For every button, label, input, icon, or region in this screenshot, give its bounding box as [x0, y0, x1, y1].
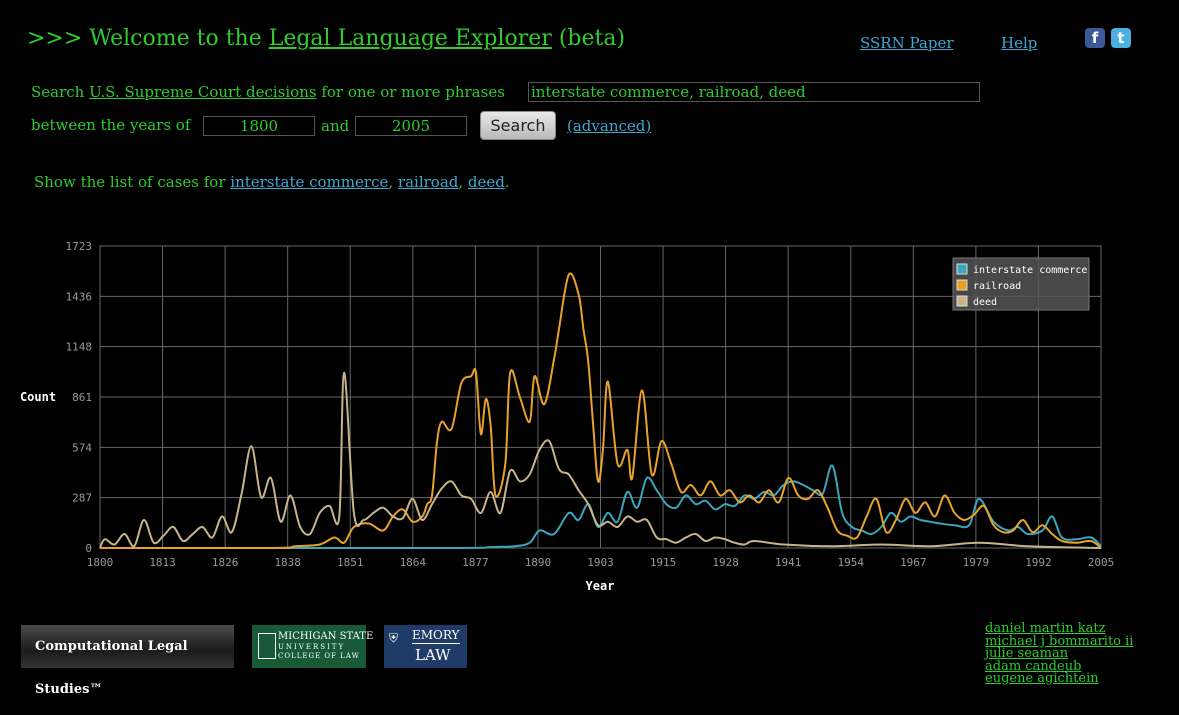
legend-label: deed [973, 297, 997, 308]
case-link-interstate-commerce[interactable]: interstate commerce [230, 173, 388, 191]
title-prefix: >>> Welcome to the [27, 26, 269, 51]
chart-legend: interstate commerce railroad deed [952, 257, 1090, 311]
author-link[interactable]: eugene agichtein [985, 672, 1133, 686]
help-link[interactable]: Help [1001, 34, 1037, 52]
emory-logo-line1: EMORY [412, 628, 460, 642]
x-tick-label: 1890 [525, 556, 552, 569]
case-link-sep: , [388, 173, 398, 191]
case-link-sep: , [458, 173, 468, 191]
source-link[interactable]: U.S. Supreme Court decisions [89, 83, 316, 101]
authors-list: daniel martin katz michael j bommarito i… [985, 622, 1133, 686]
case-list-end: . [504, 173, 510, 191]
title-link[interactable]: Legal Language Explorer [269, 26, 552, 51]
ssrn-paper-link[interactable]: SSRN Paper [860, 34, 954, 52]
emory-logo-line2: LAW [415, 646, 451, 664]
x-axis-label: Year [586, 579, 615, 593]
x-tick-label: 1915 [650, 556, 677, 569]
legend-swatch [956, 295, 968, 307]
case-link-railroad[interactable]: railroad [398, 173, 458, 191]
x-tick-label: 1800 [87, 556, 114, 569]
legend-label: interstate commerce [973, 265, 1087, 276]
search-button[interactable]: Search [480, 111, 556, 140]
msu-shield-icon [258, 633, 276, 659]
x-tick-label: 1967 [900, 556, 927, 569]
x-tick-label: 1864 [400, 556, 427, 569]
years-label: between the years of [31, 116, 191, 134]
msu-logo-line1: MICHIGAN STATE [278, 631, 374, 642]
x-tick-label: 1903 [587, 556, 614, 569]
msu-logo-line2: UNIVERSITY [278, 643, 346, 651]
facebook-icon[interactable]: f [1085, 28, 1105, 48]
page-title: >>> Welcome to the Legal Language Explor… [27, 26, 625, 51]
frequency-chart: 1800 1813 1826 1838 1851 1864 1877 1890 1903 1915… [20, 240, 1115, 593]
and-label: and [321, 117, 350, 135]
michigan-state-law-logo[interactable]: MICHIGAN STATE UNIVERSITY COLLEGE OF LAW [252, 625, 373, 668]
y-tick-label: 0 [85, 542, 92, 555]
emory-law-logo[interactable]: ⛨ EMORY LAW [384, 625, 467, 668]
x-tick-label: 1838 [274, 556, 301, 569]
x-tick-label: 1992 [1025, 556, 1052, 569]
x-tick-label: 1826 [212, 556, 239, 569]
legend-label: railroad [973, 281, 1021, 292]
y-tick-label: 1148 [66, 341, 93, 354]
x-tick-label: 1941 [775, 556, 802, 569]
title-suffix: (beta) [551, 26, 626, 51]
x-tick-label: 1851 [337, 556, 364, 569]
y-tick-label: 1436 [66, 290, 93, 303]
x-tick-label: 1928 [712, 556, 739, 569]
case-link-deed[interactable]: deed [468, 173, 505, 191]
x-tick-label: 1813 [149, 556, 176, 569]
emory-logo-divider [412, 643, 460, 644]
x-tick-label: 1979 [963, 556, 990, 569]
phrases-input[interactable] [528, 82, 980, 102]
msu-logo-line3: COLLEGE OF LAW [278, 652, 360, 660]
twitter-icon[interactable]: t [1111, 28, 1131, 48]
search-row: Search U.S. Supreme Court decisions for … [31, 83, 505, 101]
legend-swatch [956, 263, 968, 275]
y-tick-label: 861 [72, 391, 92, 404]
x-tick-label: 1877 [462, 556, 489, 569]
case-list-prefix: Show the list of cases for [34, 173, 231, 191]
y-axis-label: Count [20, 390, 56, 404]
search-prefix: Search [31, 83, 90, 101]
legend-swatch [956, 279, 968, 291]
year-to-input[interactable] [355, 116, 467, 136]
y-tick-label: 574 [72, 441, 92, 454]
year-from-input[interactable] [203, 116, 315, 136]
emory-shield-icon: ⛨ [389, 631, 399, 645]
x-tick-label: 1954 [838, 556, 865, 569]
search-mid-text: for one or more phrases [316, 83, 505, 101]
advanced-link[interactable]: (advanced) [567, 117, 651, 135]
case-list-row: Show the list of cases for interstate co… [34, 173, 510, 191]
y-tick-label: 1723 [66, 240, 93, 253]
y-tick-label: 287 [72, 492, 92, 505]
computational-legal-studies-logo[interactable]: Computational Legal Studies™ [21, 625, 234, 697]
x-tick-label: 2005 [1088, 556, 1115, 569]
